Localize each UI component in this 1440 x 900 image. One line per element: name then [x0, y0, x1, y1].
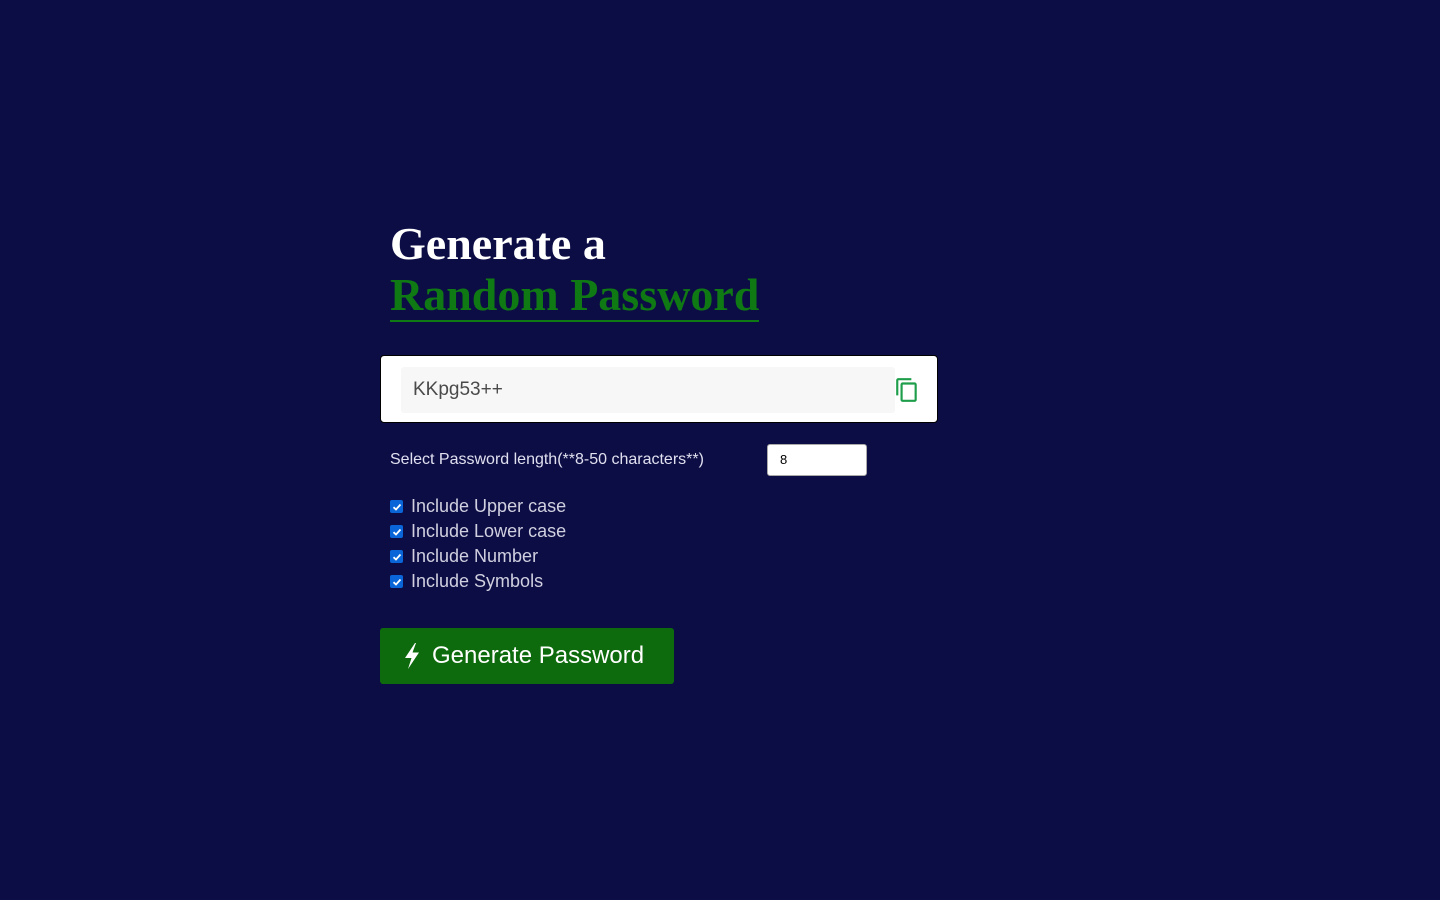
password-output-field[interactable]: KKpg53++ [401, 367, 895, 413]
length-row: Select Password length(**8-50 characters… [380, 444, 940, 476]
copy-icon [896, 378, 917, 402]
number-checkbox[interactable] [390, 550, 403, 563]
page-title: Generate a Random Password [380, 218, 940, 325]
lower-case-checkbox[interactable] [390, 525, 403, 538]
generate-password-label: Generate Password [432, 642, 645, 669]
symbols-label: Include Symbols [411, 571, 544, 591]
password-output-box: KKpg53++ [380, 355, 938, 423]
upper-case-checkbox[interactable] [390, 500, 403, 513]
copy-button[interactable] [894, 376, 920, 404]
symbols-checkbox[interactable] [390, 575, 403, 588]
generate-password-button[interactable]: Generate Password [380, 628, 674, 684]
check-icon [392, 553, 401, 561]
lower-case-label: Include Lower case [411, 521, 567, 541]
option-symbols[interactable]: Include Symbols [390, 569, 940, 594]
check-icon [392, 503, 401, 511]
options-list: Include Upper case Include Lower case In… [380, 494, 940, 594]
check-icon [392, 528, 401, 536]
password-generator: Generate a Random Password KKpg53++ Sele… [380, 218, 940, 684]
upper-case-label: Include Upper case [411, 496, 567, 516]
number-label: Include Number [411, 546, 539, 566]
option-lower-case[interactable]: Include Lower case [390, 519, 940, 544]
length-input[interactable]: 8 [767, 444, 867, 476]
bolt-icon [405, 643, 419, 669]
length-label: Select Password length(**8-50 characters… [390, 451, 704, 468]
option-upper-case[interactable]: Include Upper case [390, 494, 940, 519]
check-icon [392, 578, 401, 586]
title-line-2: Random Password [390, 269, 760, 322]
option-number[interactable]: Include Number [390, 544, 940, 569]
title-line-1: Generate a [390, 218, 606, 269]
